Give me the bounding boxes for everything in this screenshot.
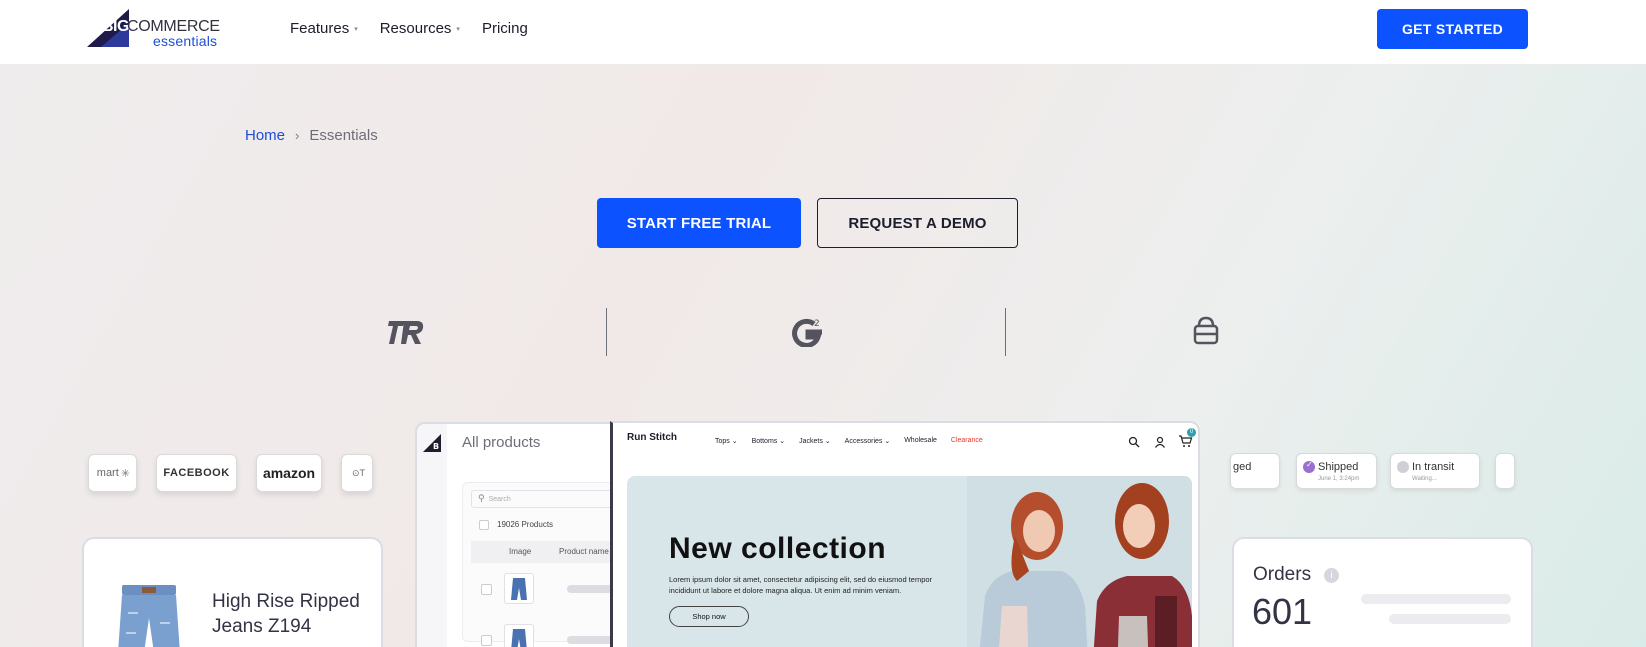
banner-description: Lorem ipsum dolor sit amet, consectetur … <box>669 575 933 595</box>
channel-amazon-label: amazon <box>262 465 316 481</box>
select-all-checkbox[interactable] <box>479 520 489 530</box>
row-placeholder-bar <box>567 585 613 593</box>
placeholder-bar <box>1389 614 1511 624</box>
placeholder-bar <box>1361 594 1511 604</box>
admin-sidebar: B <box>417 424 447 647</box>
chevron-down-icon: ▾ <box>354 25 358 33</box>
col-product-name-header: Product name <box>559 547 609 556</box>
tiktok-icon: ⊙ <box>352 467 360 478</box>
status-shipped-sub: June 1, 3:24pm <box>1318 476 1360 482</box>
logo-divider <box>606 308 607 356</box>
chevron-down-icon: ▾ <box>456 25 460 33</box>
store-nav-jackets[interactable]: Jackets ⌄ <box>799 437 831 445</box>
store-nav-accessories[interactable]: Accessories ⌄ <box>845 437 891 445</box>
status-pill-in-transit[interactable]: In transit Waiting... <box>1390 453 1480 489</box>
row-checkbox[interactable] <box>481 635 492 646</box>
status-in-transit-label: In transit <box>1412 461 1455 473</box>
store-nav: Tops ⌄ Bottoms ⌄ Jackets ⌄ Accessories ⌄… <box>715 437 983 445</box>
orders-card[interactable]: Orders i 601 <box>1232 537 1533 647</box>
hero-banner: New collection Lorem ipsum dolor sit ame… <box>627 476 1192 647</box>
jeans-thumb-image <box>511 629 527 647</box>
admin-products-panel: B All products ⚲ Search 19026 Products I… <box>415 422 615 647</box>
jeans-image <box>118 585 180 647</box>
capterra-bag-icon[interactable] <box>1192 315 1220 347</box>
nav-pricing-label: Pricing <box>481 20 528 37</box>
channel-tiktok-label: T <box>359 468 366 478</box>
jeans-thumb-image <box>511 578 527 600</box>
search-icon[interactable] <box>1128 436 1140 448</box>
channel-chip-facebook[interactable]: FACEBOOK <box>156 454 237 492</box>
store-nav-bottoms-label: Bottoms <box>751 438 778 445</box>
status-pill-shipped[interactable]: ✓ Shipped June 1, 3:24pm <box>1296 453 1377 489</box>
row-thumbnail <box>504 573 534 604</box>
cart-count-badge: 0 <box>1187 428 1196 437</box>
status-pill-tagged[interactable]: ged <box>1230 453 1280 489</box>
svg-text:2: 2 <box>814 319 820 329</box>
admin-product-count: 19026 Products <box>497 520 554 529</box>
logo-big-text: BIG <box>102 18 129 35</box>
orders-label: Orders <box>1253 564 1312 585</box>
row-thumbnail <box>504 624 534 647</box>
shop-now-button[interactable]: Shop now <box>669 606 749 627</box>
store-nav-tops-label: Tops <box>715 438 730 445</box>
admin-table: ⚲ Search 19026 Products Image Product na… <box>462 482 613 647</box>
status-tagged-label: ged <box>1233 461 1252 473</box>
trustradius-icon[interactable] <box>387 318 427 348</box>
status-in-transit-sub: Waiting... <box>1412 476 1437 482</box>
walmart-spark-icon: ✳ <box>120 467 130 480</box>
check-mark-icon: ✓ <box>1306 460 1313 469</box>
channel-chip-walmart[interactable]: mart ✳ <box>88 454 137 492</box>
row-placeholder-bar <box>567 636 613 644</box>
channel-chip-amazon[interactable]: amazon <box>256 454 322 492</box>
channel-facebook-label: FACEBOOK <box>163 467 230 479</box>
store-brand[interactable]: Run Stitch <box>627 432 677 443</box>
orders-value: 601 <box>1252 591 1313 632</box>
bigcommerce-essentials-logo[interactable]: BIG COMMERCE essentials <box>87 9 227 51</box>
nav-pricing[interactable]: Pricing <box>482 20 528 37</box>
logo-essentials-text: essentials <box>153 33 218 49</box>
admin-search-box[interactable]: ⚲ Search <box>471 490 613 508</box>
pending-circle-icon <box>1397 461 1409 473</box>
main-nav: Features ▾ Resources ▾ Pricing <box>290 20 528 37</box>
start-free-trial-button[interactable]: START FREE TRIAL <box>597 198 801 248</box>
store-nav-wholesale[interactable]: Wholesale <box>904 437 937 445</box>
breadcrumb-current: Essentials <box>309 127 378 144</box>
breadcrumb-separator: › <box>295 128 300 143</box>
get-started-button[interactable]: GET STARTED <box>1377 9 1528 49</box>
top-header: BIG COMMERCE essentials Features ▾ Resou… <box>0 0 1646 65</box>
user-icon[interactable] <box>1154 436 1166 448</box>
store-nav-jackets-label: Jackets <box>799 438 823 445</box>
nav-features[interactable]: Features ▾ <box>290 20 358 37</box>
storefront-preview: Run Stitch Tops ⌄ Bottoms ⌄ Jackets ⌄ Ac… <box>610 421 1200 647</box>
nav-resources[interactable]: Resources ▾ <box>380 20 460 37</box>
models-photo <box>967 476 1192 647</box>
info-icon[interactable]: i <box>1324 568 1339 583</box>
hero-section: Home › Essentials START FREE TRIAL REQUE… <box>0 65 1646 647</box>
product-title: High Rise Ripped Jeans Z194 <box>212 591 360 637</box>
status-pill-partial <box>1495 453 1515 489</box>
search-icon: ⚲ <box>478 494 485 504</box>
admin-title: All products <box>462 434 541 451</box>
store-nav-bottoms[interactable]: Bottoms ⌄ <box>752 437 786 445</box>
channel-chip-tiktok[interactable]: ⊙ T <box>341 454 373 492</box>
product-card[interactable]: High Rise Ripped Jeans Z194 <box>82 537 383 647</box>
breadcrumb-home-link[interactable]: Home <box>245 127 285 144</box>
store-nav-tops[interactable]: Tops ⌄ <box>715 437 738 445</box>
nav-features-label: Features <box>290 20 350 37</box>
bigcommerce-b-icon: B <box>423 434 441 452</box>
breadcrumb: Home › Essentials <box>245 127 378 144</box>
logo-divider <box>1005 308 1006 356</box>
channel-walmart-label: mart <box>96 467 119 479</box>
nav-resources-label: Resources <box>379 20 452 37</box>
col-image-header: Image <box>509 547 532 556</box>
g2-icon[interactable]: 2 <box>792 315 824 347</box>
status-shipped-label: Shipped <box>1318 461 1359 473</box>
store-nav-accessories-label: Accessories <box>844 438 883 445</box>
svg-text:B: B <box>433 442 439 451</box>
banner-headline: New collection <box>669 532 887 565</box>
request-demo-button[interactable]: REQUEST A DEMO <box>817 198 1018 248</box>
row-checkbox[interactable] <box>481 584 492 595</box>
store-nav-clearance[interactable]: Clearance <box>951 437 983 445</box>
admin-search-placeholder: Search <box>488 495 511 503</box>
